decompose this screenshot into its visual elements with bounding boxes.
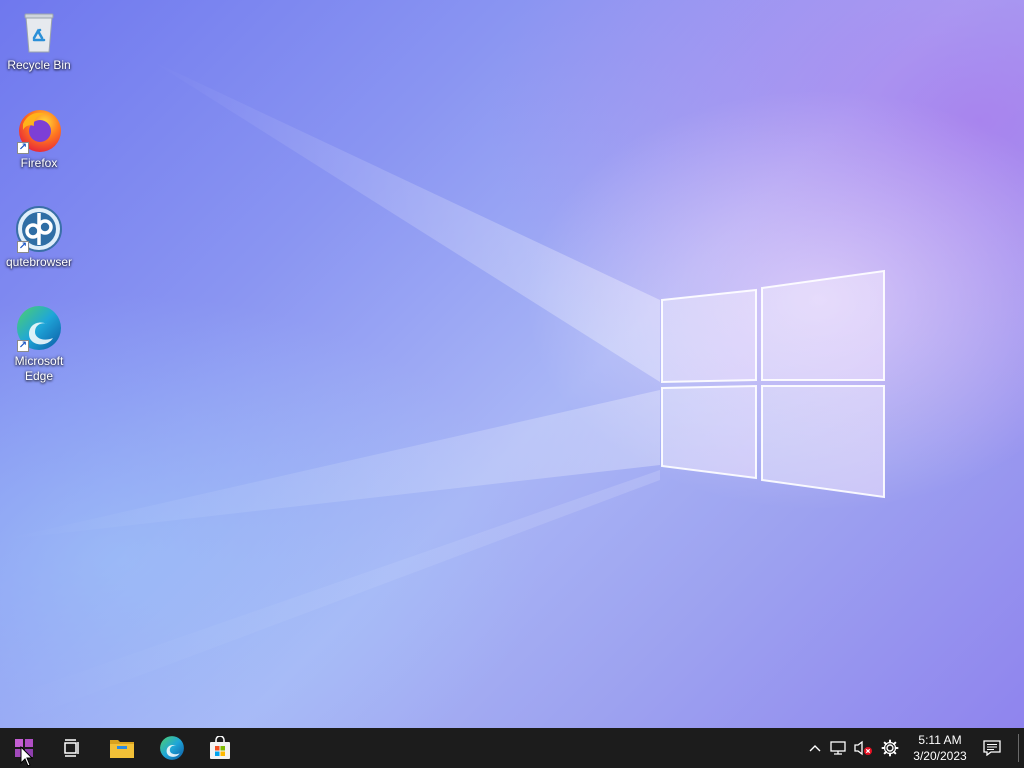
desktop-icon-label: Microsoft Edge [14, 354, 64, 383]
qutebrowser-icon: ↗ [15, 205, 63, 253]
show-desktop-divider[interactable] [1018, 734, 1019, 762]
edge-taskbar-button[interactable] [148, 728, 196, 768]
desktop-icon-label: Firefox [20, 156, 58, 170]
action-center-button[interactable] [978, 728, 1006, 768]
task-view-icon [64, 739, 79, 757]
desktop-icon-label: qutebrowser [5, 255, 73, 269]
edge-icon [160, 736, 184, 760]
desktop-icon-qutebrowser[interactable]: ↗ qutebrowser [0, 205, 78, 270]
shortcut-arrow-icon: ↗ [17, 142, 29, 154]
clock-date: 3/20/2023 [913, 749, 967, 763]
chevron-up-icon [809, 745, 821, 752]
desktop-icon-recycle-bin[interactable]: Recycle Bin [0, 8, 78, 73]
taskbar: 5:11 AM 3/20/2023 [0, 728, 1024, 768]
settings-gear-icon [881, 739, 899, 757]
firefox-icon: ↗ [15, 106, 63, 154]
desktop-icon-microsoft-edge[interactable]: ↗ Microsoft Edge [0, 304, 78, 384]
taskbar-clock[interactable]: 5:11 AM 3/20/2023 [906, 728, 974, 768]
desktop-background[interactable]: Recycle Bin ↗ Firefox ↗ qutebrowser ↗ Mi… [0, 0, 1024, 728]
microsoft-store-button[interactable] [196, 728, 244, 768]
file-explorer-icon [110, 740, 134, 758]
clock-time: 5:11 AM [918, 733, 962, 747]
desktop-icon-firefox[interactable]: ↗ Firefox [0, 106, 78, 171]
network-tray-button[interactable] [828, 728, 850, 768]
mouse-cursor-icon [20, 746, 34, 767]
task-view-button[interactable] [48, 728, 96, 768]
desktop-icon-label: Recycle Bin [7, 58, 71, 72]
volume-tray-button[interactable] [852, 728, 874, 768]
microsoft-store-icon [210, 736, 230, 759]
network-icon [830, 741, 846, 755]
volume-muted-icon [854, 740, 872, 756]
shortcut-arrow-icon: ↗ [17, 241, 29, 253]
show-hidden-icons-button[interactable] [804, 728, 826, 768]
edge-icon: ↗ [15, 304, 63, 352]
action-center-icon [983, 740, 1001, 756]
recycle-bin-icon [15, 8, 63, 56]
wallpaper-windows-logo [661, 269, 885, 499]
shortcut-arrow-icon: ↗ [17, 340, 29, 352]
settings-tray-button[interactable] [878, 728, 902, 768]
file-explorer-button[interactable] [98, 728, 146, 768]
